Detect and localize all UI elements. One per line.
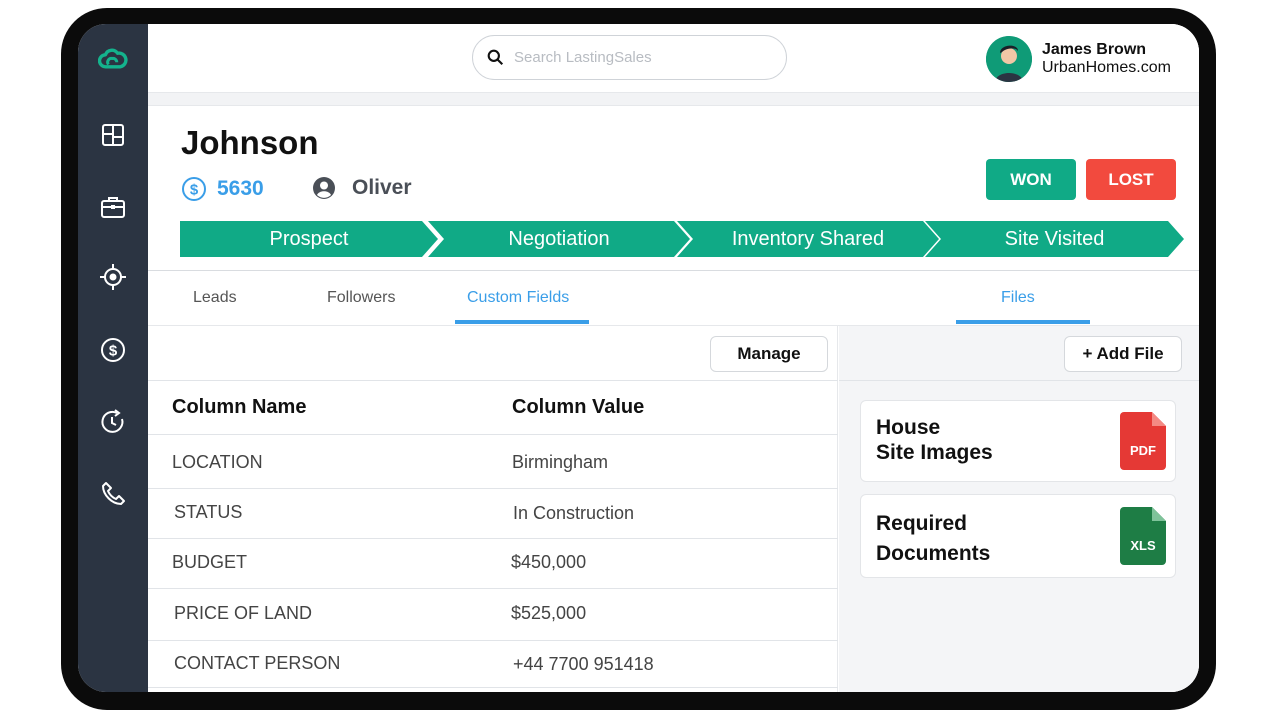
- svg-text:$: $: [109, 343, 118, 360]
- tab-custom-fields-indicator: [455, 320, 589, 324]
- avatar: [986, 36, 1032, 82]
- search-input[interactable]: [514, 49, 764, 66]
- add-file-button[interactable]: + Add File: [1064, 336, 1182, 372]
- stage-prospect[interactable]: Prospect: [180, 221, 438, 257]
- svg-text:$: $: [190, 182, 199, 199]
- column-name-header: Column Name: [172, 396, 307, 418]
- field-name: BUDGET: [172, 552, 248, 572]
- pdf-file-icon: PDF: [1120, 412, 1166, 470]
- field-value: $525,000: [511, 603, 587, 623]
- tab-leads[interactable]: Leads: [193, 289, 237, 307]
- stage-site-visited[interactable]: Site Visited: [925, 221, 1184, 257]
- tab-custom-fields[interactable]: Custom Fields: [467, 289, 569, 307]
- search-icon: [487, 49, 504, 66]
- custom-fields-panel: Manage Column Name Column Value LOCATION…: [148, 326, 838, 692]
- logo-cloud-icon[interactable]: [93, 40, 133, 80]
- won-button[interactable]: WON: [986, 159, 1076, 200]
- field-name: CONTACT PERSON: [174, 653, 341, 673]
- user-company: UrbanHomes.com: [1042, 59, 1171, 76]
- table-row: STATUS In Construction: [148, 489, 838, 539]
- pipeline-stages: Prospect Negotiation Inventory Shared Si…: [180, 221, 1184, 257]
- lost-button[interactable]: LOST: [1086, 159, 1176, 200]
- stage-inventory-shared[interactable]: Inventory Shared: [677, 221, 939, 257]
- field-value: In Construction: [513, 503, 635, 523]
- file-name: House Site Images: [876, 415, 993, 465]
- dollar-icon[interactable]: $: [93, 330, 133, 370]
- table-row: PRICE OF LAND $525,000: [148, 589, 838, 641]
- file-card-house-site-images[interactable]: House Site Images PDF: [860, 400, 1176, 482]
- table-row: LOCATION Birmingham: [148, 436, 838, 489]
- target-icon[interactable]: [93, 257, 133, 297]
- deal-amount-value: 5630: [217, 177, 264, 200]
- tab-files-indicator: [956, 320, 1090, 324]
- table-header: Column Name Column Value: [148, 381, 838, 435]
- file-name-line: Documents: [876, 542, 991, 565]
- user-profile[interactable]: James Brown UrbanHomes.com: [986, 34, 1191, 84]
- xls-file-icon: XLS: [1120, 507, 1166, 565]
- field-value: +44 7700 951418: [513, 654, 654, 674]
- user-icon: [313, 177, 335, 199]
- deal-owner-name: Oliver: [352, 176, 412, 199]
- dashboard-icon[interactable]: [93, 115, 133, 155]
- field-name: STATUS: [174, 502, 243, 522]
- table-row: BUDGET $450,000: [148, 539, 838, 589]
- history-icon[interactable]: [93, 402, 133, 442]
- file-type-label: PDF: [1130, 443, 1156, 458]
- field-value: Birmingham: [512, 452, 609, 472]
- tab-files[interactable]: Files: [1001, 289, 1035, 307]
- briefcase-icon[interactable]: [93, 187, 133, 227]
- files-panel: + Add File House Site Images PDF Require…: [839, 326, 1199, 692]
- file-name-line: Required: [876, 512, 968, 535]
- field-value: $450,000: [511, 552, 587, 572]
- user-name: James Brown: [1042, 41, 1147, 58]
- top-bar: James Brown UrbanHomes.com: [148, 24, 1199, 92]
- file-type-label: XLS: [1130, 538, 1156, 553]
- file-name: Required Documents: [876, 509, 990, 569]
- file-card-required-documents[interactable]: Required Documents XLS: [860, 494, 1176, 578]
- manage-button[interactable]: Manage: [710, 336, 828, 372]
- dollar-icon: $: [182, 177, 206, 201]
- sidebar: $: [78, 24, 148, 692]
- search-bar[interactable]: [472, 35, 787, 80]
- table-row: CONTACT PERSON +44 7700 951418: [148, 641, 838, 688]
- deal-owner[interactable]: Oliver: [312, 176, 412, 200]
- deal-amount: $ 5630: [181, 176, 264, 202]
- tab-followers[interactable]: Followers: [327, 289, 395, 307]
- deal-title: Johnson: [181, 124, 319, 161]
- file-name-line: Site Images: [876, 441, 993, 464]
- app-screen: $ Search LastingSales James Brown UrbanH…: [78, 24, 1199, 692]
- field-name: LOCATION: [172, 452, 263, 472]
- header-divider: [148, 92, 1199, 106]
- files-divider: [839, 380, 1199, 381]
- field-name: PRICE OF LAND: [174, 603, 313, 623]
- column-value-header: Column Value: [512, 396, 645, 418]
- main-content: James Brown UrbanHomes.com Johnson $ 563…: [148, 24, 1199, 692]
- file-name-line: House: [876, 416, 941, 439]
- stage-negotiation[interactable]: Negotiation: [428, 221, 690, 257]
- section-divider: [148, 270, 1199, 271]
- phone-icon[interactable]: [93, 474, 133, 514]
